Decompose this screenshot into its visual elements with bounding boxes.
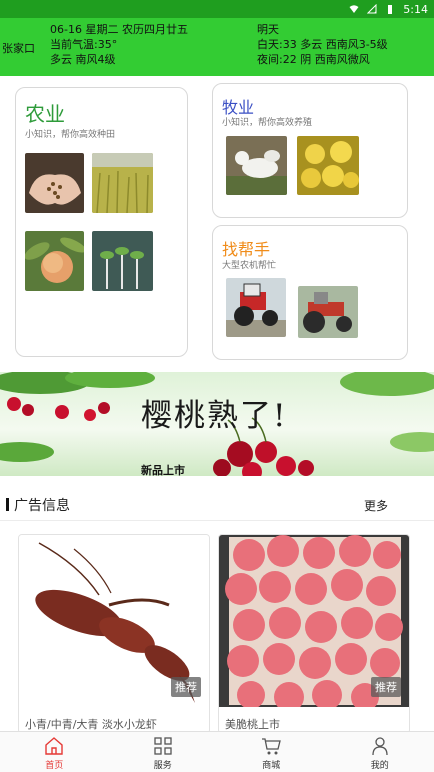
seedlings-image (92, 231, 153, 291)
seeds-in-hands-image (25, 153, 84, 213)
ad-card-crayfish[interactable]: 推荐 小青/中青/大青 淡水小龙虾 (18, 534, 210, 734)
agriculture-title: 农业 (25, 102, 65, 126)
orange-tractor-image (298, 286, 358, 338)
section-marker (6, 498, 9, 511)
weather-tomorrow: 明天 白天:33 多云 西南风3-5级 夜间:22 阴 西南风微风 (257, 22, 388, 67)
ads-header: 广告信息 更多 (0, 487, 434, 521)
bottom-tab-bar: 首页 服务 商城 我的 (0, 731, 434, 772)
ad-caption: 美脆桃上市 (225, 718, 280, 731)
banner-caption: 新品上市 (141, 464, 185, 476)
weather-header[interactable]: 张家口 06-16 星期二 农历四月廿五 当前气温:35° 多云 南风4级 明天… (0, 18, 434, 76)
today-date: 06-16 星期二 农历四月廿五 (50, 23, 188, 36)
livestock-card[interactable]: 牧业 小知识，帮你高效养殖 (212, 83, 408, 218)
livestock-subtitle: 小知识，帮你高效养殖 (222, 118, 313, 128)
helper-subtitle: 大型农机帮忙 (222, 261, 277, 271)
tab-service[interactable]: 服务 (109, 732, 218, 772)
cart-icon (262, 738, 282, 755)
tomorrow-day: 白天:33 多云 西南风3-5级 (257, 38, 388, 51)
home-icon (45, 737, 63, 755)
more-link[interactable]: 更多 (364, 497, 388, 514)
banner-headline: 樱桃熟了! (141, 398, 288, 434)
today-wind: 多云 南风4级 (50, 53, 116, 66)
ducklings-image (297, 136, 359, 195)
tomorrow-label: 明天 (257, 23, 279, 36)
grid-icon (154, 737, 172, 755)
ad-card-peaches[interactable]: 推荐 美脆桃上市 (218, 534, 410, 734)
agriculture-card[interactable]: 农业 小知识，帮你高效种田 (15, 87, 188, 357)
red-tractor-image (226, 278, 286, 337)
status-bar: 5:14 (0, 0, 434, 18)
recommend-tag: 推荐 (371, 677, 401, 697)
helper-card[interactable]: 找帮手 大型农机帮忙 (212, 225, 408, 360)
status-time: 5:14 (403, 2, 428, 16)
weather-today: 06-16 星期二 农历四月廿五 当前气温:35° 多云 南风4级 (50, 22, 188, 67)
wifi-icon (349, 5, 359, 13)
cherry-promo-banner[interactable]: 樱桃熟了! 新品上市 (0, 372, 434, 476)
peach-image (25, 231, 84, 291)
helper-title: 找帮手 (222, 240, 271, 259)
ad-caption: 小青/中青/大青 淡水小龙虾 (25, 718, 157, 731)
battery-icon (388, 5, 393, 14)
tab-mall-label: 商城 (262, 761, 281, 771)
signal-icon (367, 4, 377, 14)
tab-home[interactable]: 首页 (0, 732, 109, 772)
tab-home-label: 首页 (45, 761, 64, 771)
today-temp: 当前气温:35° (50, 38, 118, 51)
wheat-field-image (92, 153, 153, 213)
ads-title: 广告信息 (14, 498, 70, 514)
person-icon (372, 737, 388, 756)
tab-mall[interactable]: 商城 (217, 732, 326, 772)
city-name: 张家口 (2, 42, 35, 55)
recommend-tag: 推荐 (171, 677, 201, 697)
agriculture-subtitle: 小知识，帮你高效种田 (25, 130, 116, 140)
tomorrow-night: 夜间:22 阴 西南风微风 (257, 53, 370, 66)
tab-service-label: 服务 (153, 761, 172, 771)
tab-mine-label: 我的 (370, 761, 389, 771)
goats-image (226, 136, 287, 195)
tab-mine[interactable]: 我的 (326, 732, 434, 772)
